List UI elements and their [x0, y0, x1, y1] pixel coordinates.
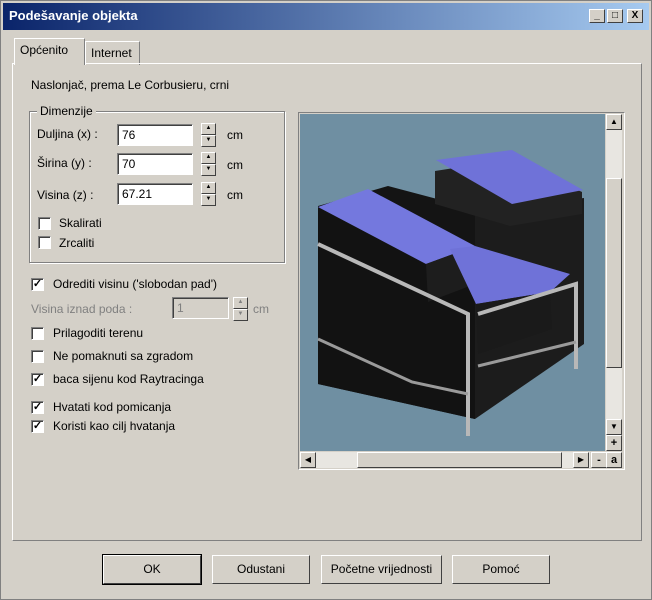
free-fall-label: Odrediti visinu ('slobodan pad')	[53, 277, 218, 291]
width-spinner[interactable]: ▲ ▼	[201, 152, 216, 176]
spin-up-icon[interactable]: ▲	[233, 297, 248, 309]
help-button[interactable]: Pomoć	[452, 555, 550, 584]
spin-down-icon[interactable]: ▼	[201, 194, 216, 206]
zoom-in-button[interactable]: +	[606, 435, 622, 451]
spin-up-icon[interactable]: ▲	[201, 182, 216, 194]
height-input[interactable]: 67.21	[117, 183, 193, 205]
dimensions-title: Dimenzije	[37, 104, 96, 118]
vertical-scrollbar[interactable]: ▲ ▼ +	[606, 114, 622, 451]
floor-height-label: Visina iznad poda :	[31, 302, 133, 316]
scroll-down-icon[interactable]: ▼	[606, 419, 622, 435]
horizontal-scrollbar[interactable]: ◀ ▶	[300, 452, 590, 468]
object-preview: ▲ ▼ + ◀ ▶ - a	[298, 112, 625, 470]
minimize-button[interactable]: _	[589, 9, 605, 23]
no-move-building-label: Ne pomaknuti sa zgradom	[53, 349, 194, 363]
width-label: Širina (y) :	[37, 156, 92, 170]
spin-up-icon[interactable]: ▲	[201, 123, 216, 135]
floor-height-unit: cm	[253, 302, 269, 316]
armchair-image	[317, 150, 584, 436]
snap-move-checkbox[interactable]: ✓	[31, 401, 44, 414]
scroll-up-icon[interactable]: ▲	[606, 114, 622, 130]
terrain-label: Prilagoditi terenu	[53, 326, 144, 340]
scale-label: Skalirati	[59, 216, 102, 230]
scale-checkbox[interactable]	[38, 217, 51, 230]
height-label: Visina (z) :	[37, 188, 94, 202]
snap-move-label: Hvatati kod pomicanja	[53, 400, 172, 414]
snap-target-label: Koristi kao cilj hvatanja	[53, 419, 176, 433]
tab-general[interactable]: Općenito	[14, 38, 85, 65]
free-fall-checkbox[interactable]: ✓	[31, 278, 44, 291]
horizontal-scroll-thumb[interactable]	[357, 452, 562, 468]
close-button[interactable]: X	[627, 9, 643, 23]
spin-down-icon[interactable]: ▼	[201, 164, 216, 176]
preview-viewport[interactable]	[300, 114, 605, 451]
scroll-right-icon[interactable]: ▶	[573, 452, 589, 468]
length-label: Duljina (x) :	[37, 127, 98, 141]
mirror-label: Zrcaliti	[59, 236, 95, 250]
zoom-out-button[interactable]: -	[591, 452, 607, 468]
maximize-button[interactable]: □	[607, 9, 623, 23]
window-title: Podešavanje objekta	[9, 8, 138, 23]
floor-height-spinner[interactable]: ▲ ▼	[233, 297, 248, 321]
length-unit: cm	[227, 128, 243, 142]
raytracing-shadow-checkbox[interactable]: ✓	[31, 373, 44, 386]
spin-up-icon[interactable]: ▲	[201, 152, 216, 164]
defaults-button[interactable]: Početne vrijednosti	[321, 555, 442, 584]
raytracing-shadow-label: baca sijenu kod Raytracinga	[53, 372, 204, 386]
length-input[interactable]: 76	[117, 124, 193, 146]
object-description: Naslonjač, prema Le Corbusieru, crni	[31, 78, 230, 92]
length-spinner[interactable]: ▲ ▼	[201, 123, 216, 147]
width-input[interactable]: 70	[117, 153, 193, 175]
no-move-building-checkbox[interactable]	[31, 350, 44, 363]
tab-internet[interactable]: Internet	[85, 41, 140, 65]
height-spinner[interactable]: ▲ ▼	[201, 182, 216, 206]
width-unit: cm	[227, 158, 243, 172]
floor-height-input[interactable]: 1	[172, 297, 229, 319]
terrain-checkbox[interactable]	[31, 327, 44, 340]
ok-button[interactable]: OK	[102, 554, 202, 585]
mirror-checkbox[interactable]	[38, 236, 51, 249]
spin-down-icon[interactable]: ▼	[233, 309, 248, 321]
spin-down-icon[interactable]: ▼	[201, 135, 216, 147]
vertical-scroll-thumb[interactable]	[606, 178, 622, 368]
height-unit: cm	[227, 188, 243, 202]
title-bar[interactable]: Podešavanje objekta _ □ X	[3, 3, 649, 30]
snap-target-checkbox[interactable]: ✓	[31, 420, 44, 433]
dialog-window: Podešavanje objekta _ □ X Općenito Inter…	[0, 0, 652, 600]
cancel-button[interactable]: Odustani	[212, 555, 310, 584]
scroll-left-icon[interactable]: ◀	[300, 452, 316, 468]
zoom-auto-button[interactable]: a	[606, 452, 622, 468]
